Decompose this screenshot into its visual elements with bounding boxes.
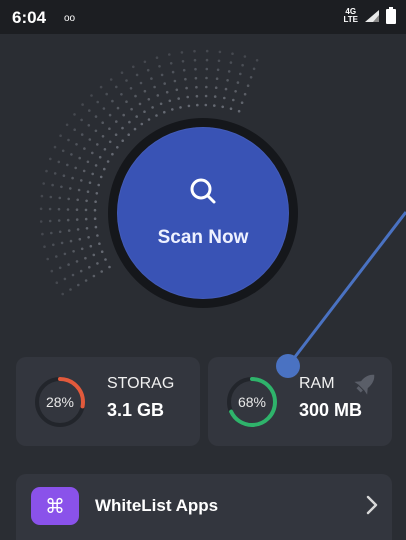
ram-percent: 68% [237,394,267,410]
command-icon: ⌘ [31,487,79,525]
storage-card[interactable]: 28% STORAG 3.1 GB [16,357,200,446]
whitelist-apps-label: WhiteList Apps [95,496,219,515]
scan-now-label: Scan Now [157,227,249,248]
storage-value: 3.1 GB [107,400,165,420]
whitelist-apps-row[interactable]: ⌘ WhiteList Apps [16,474,392,540]
ram-title: RAM [299,375,335,392]
search-icon [190,178,216,204]
ram-value: 300 MB [299,400,363,420]
chevron-right-icon[interactable] [366,495,378,515]
rocket-icon [354,374,375,395]
storage-title: STORAG [107,375,175,392]
scan-now-button[interactable]: Scan Now [117,127,289,299]
ram-card[interactable]: 68% RAM 300 MB [208,357,392,446]
storage-percent: 28% [45,394,75,410]
